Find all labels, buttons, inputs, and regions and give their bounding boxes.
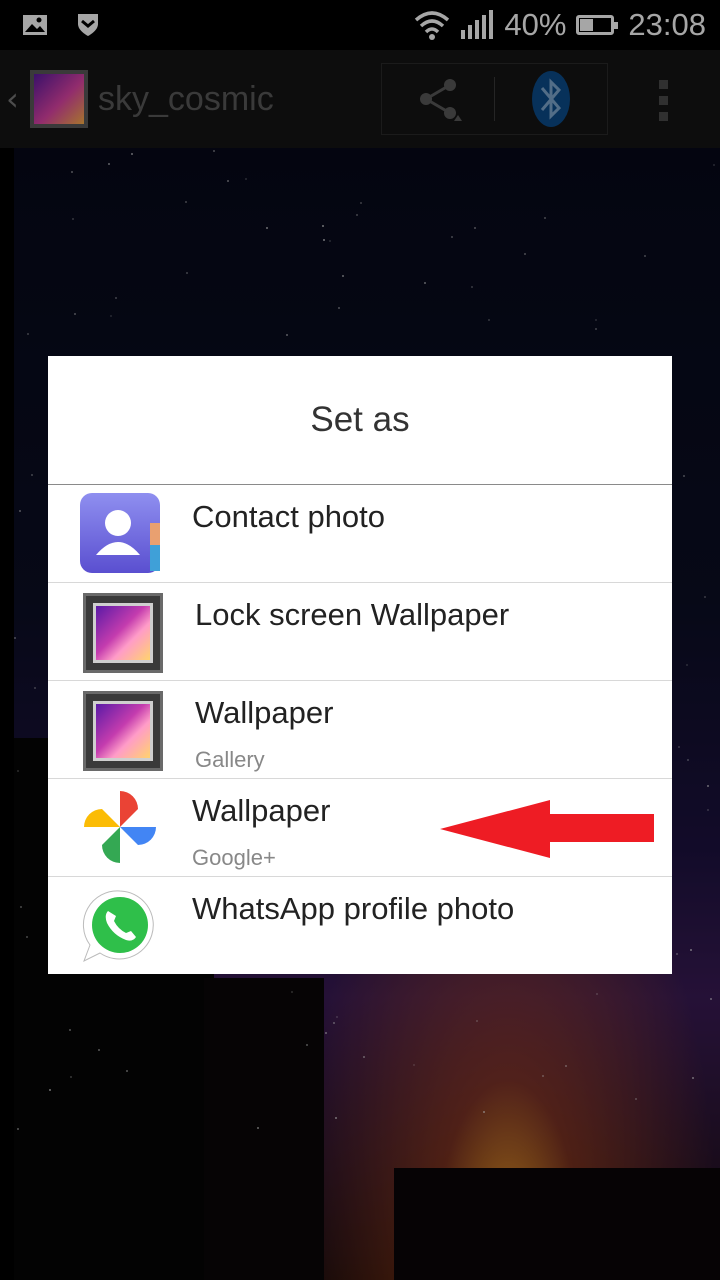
option-label: Contact photo [192, 499, 386, 534]
option-label: WhatsApp profile photo [192, 891, 515, 926]
gallery-app-icon [83, 691, 163, 771]
option-wallpaper-gallery[interactable]: Wallpaper Gallery [48, 681, 672, 779]
option-contact-photo[interactable]: Contact photo [48, 485, 672, 583]
option-sublabel: Google+ [192, 845, 276, 870]
contacts-app-icon [80, 493, 160, 573]
gallery-app-icon [83, 593, 163, 673]
option-label: Wallpaper [195, 695, 334, 730]
option-label: Lock screen Wallpaper [195, 597, 510, 632]
set-as-dialog: Set as Contact photo Lock screen Wallpap… [48, 356, 672, 974]
google-photos-icon [84, 791, 156, 863]
dialog-title: Set as [48, 356, 672, 485]
option-label: Wallpaper [192, 793, 331, 828]
whatsapp-icon [82, 890, 154, 963]
option-sublabel: Gallery [195, 747, 265, 772]
option-whatsapp-profile-photo[interactable]: WhatsApp profile photo [48, 877, 672, 975]
option-lock-screen-wallpaper[interactable]: Lock screen Wallpaper [48, 583, 672, 681]
red-arrow-annotation [440, 800, 654, 858]
